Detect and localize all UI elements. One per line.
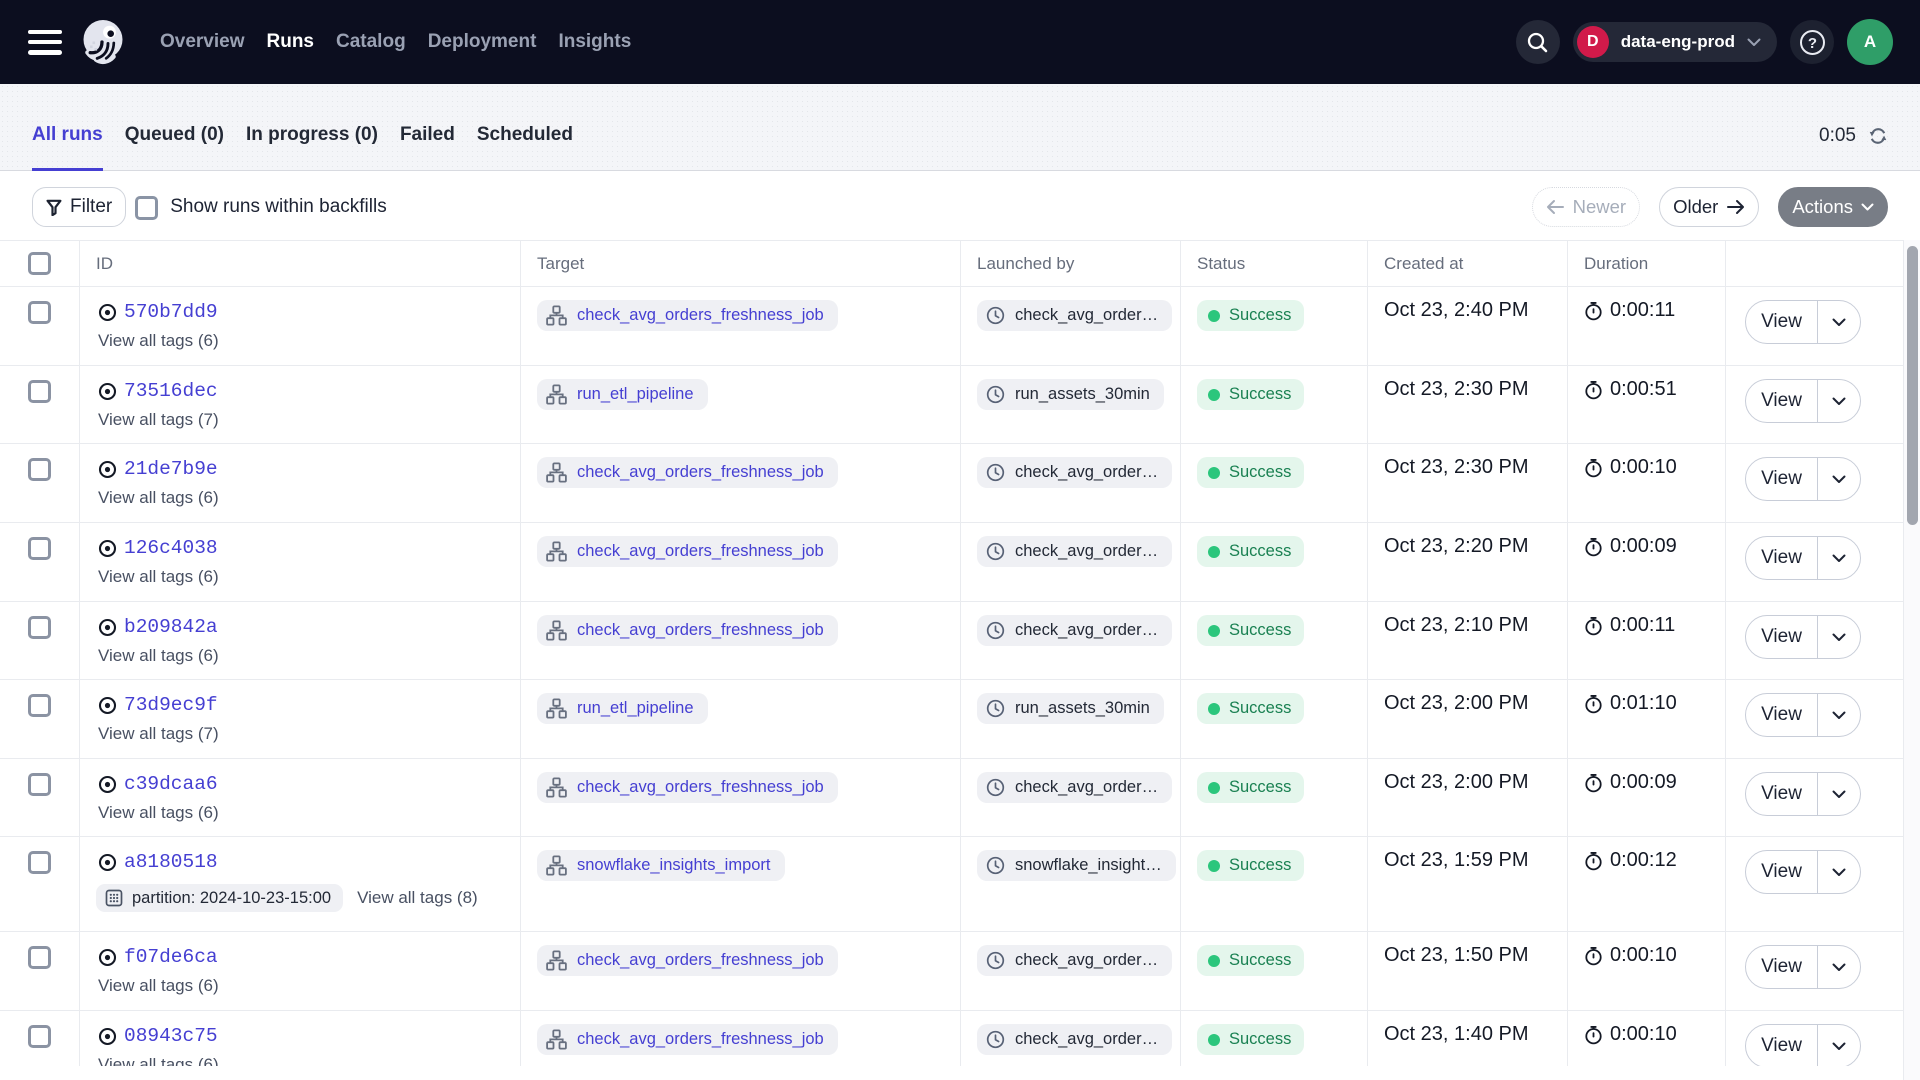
svg-text:?: ? [1807, 35, 1816, 52]
